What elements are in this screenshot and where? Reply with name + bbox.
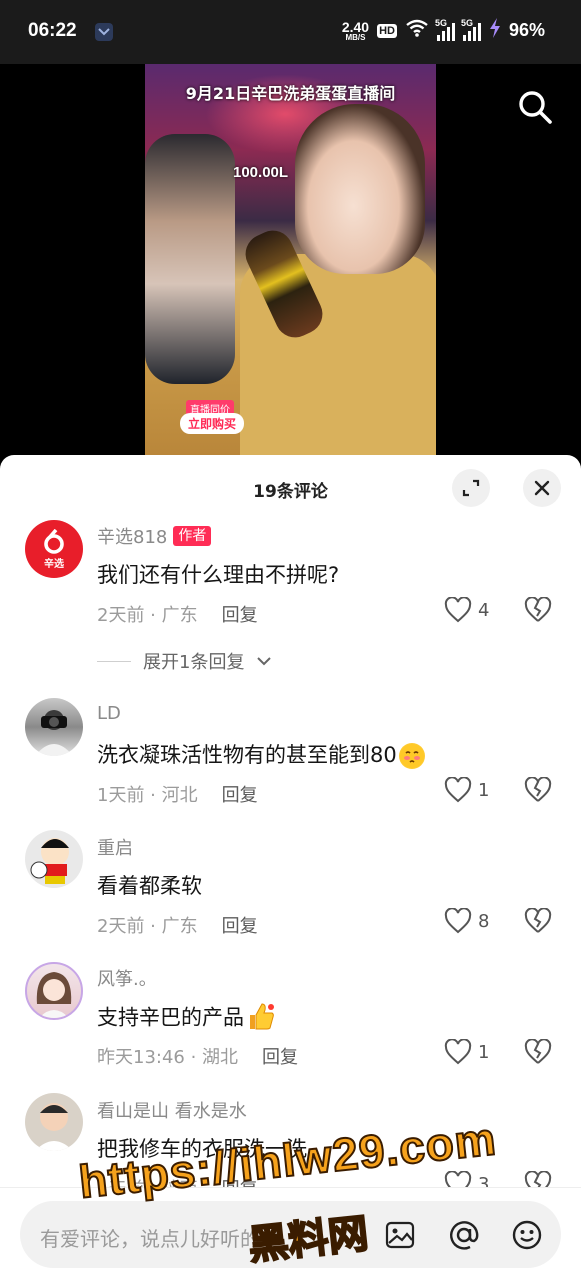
network-speed: 2.40 MB/S xyxy=(341,18,370,42)
expand-sheet-button[interactable] xyxy=(452,469,490,507)
like-button[interactable]: 1 xyxy=(444,777,489,803)
comment-username[interactable]: 风筝.。 xyxy=(97,965,157,991)
like-count: 8 xyxy=(478,910,490,932)
notification-app-icon xyxy=(95,23,113,41)
like-button[interactable]: 8 xyxy=(444,908,489,934)
avatar[interactable]: 辛选 xyxy=(25,520,83,578)
comment-meta: 2天前 · 广东 回复 xyxy=(97,912,258,938)
hd-badge: HD xyxy=(377,23,397,38)
avatar[interactable] xyxy=(25,698,83,756)
background-person xyxy=(145,134,235,384)
battery-percentage: 96% xyxy=(508,20,545,40)
avatar[interactable] xyxy=(25,962,83,1020)
charging-icon xyxy=(489,18,501,43)
comment-text: 我们还有什么理由不拼呢? xyxy=(97,563,340,587)
screen: 06:22 2.40 MB/S HD 5G 5G 96% 100.00L 直播同… xyxy=(0,0,581,1280)
dislike-button[interactable] xyxy=(524,1038,552,1069)
like-count: 1 xyxy=(478,779,490,801)
buy-now-button[interactable]: 立即购买 xyxy=(180,413,245,434)
status-indicators: 2.40 MB/S HD 5G 5G 96% xyxy=(342,18,545,43)
comment-meta: 1天前 · 河北 回复 xyxy=(97,781,258,807)
close-button[interactable] xyxy=(523,469,561,507)
comment-username[interactable]: 看山是山 看水是水 xyxy=(97,1097,247,1123)
smile-icon xyxy=(512,1220,542,1250)
emoji-button[interactable] xyxy=(510,1218,544,1252)
status-time: 06:22 xyxy=(28,20,77,41)
shy-emoji-icon xyxy=(398,743,425,769)
signal-icon-2: 5G xyxy=(461,18,481,41)
comments-count-title: 19条评论 xyxy=(253,482,328,502)
reply-button[interactable]: 回复 xyxy=(262,1043,298,1069)
author-tag: 作者 xyxy=(173,526,212,546)
status-bar: 06:22 2.40 MB/S HD 5G 5G 96% xyxy=(0,0,581,64)
comment-text: 洗衣凝珠活性物有的甚至能到80 xyxy=(97,739,425,769)
reply-button[interactable]: 回复 xyxy=(222,781,258,807)
reply-button[interactable]: 回复 xyxy=(222,601,258,627)
comment-input-bar: 有爱评论，说点儿好听的~ xyxy=(0,1187,581,1280)
broken-heart-icon xyxy=(524,596,552,622)
comment-input[interactable]: 有爱评论，说点儿好听的~ xyxy=(20,1201,561,1268)
reply-button[interactable]: 回复 xyxy=(222,912,258,938)
heart-icon xyxy=(444,1039,472,1065)
mention-button[interactable] xyxy=(447,1218,481,1252)
comment-username[interactable]: 重启 xyxy=(97,834,133,860)
expand-replies-button[interactable]: 展开1条回复 xyxy=(97,648,272,674)
heart-icon xyxy=(444,908,472,934)
expand-icon xyxy=(462,479,480,497)
broken-heart-icon xyxy=(524,1038,552,1064)
comment-username[interactable]: LD xyxy=(97,703,121,724)
video-title: 9月21日辛巴洗弟蛋蛋直播间 xyxy=(185,84,396,103)
signal-icon: 5G xyxy=(435,18,455,41)
avatar[interactable] xyxy=(25,1093,83,1151)
search-button[interactable] xyxy=(516,88,554,126)
heart-icon xyxy=(444,777,472,803)
buy-now-badge[interactable]: 直播同价 立即购买 xyxy=(176,400,246,434)
chevron-down-icon xyxy=(257,657,272,666)
image-button[interactable] xyxy=(383,1218,417,1252)
dislike-button[interactable] xyxy=(524,907,552,938)
close-icon xyxy=(534,480,550,496)
wifi-icon xyxy=(405,19,429,42)
like-button[interactable]: 1 xyxy=(444,1039,489,1065)
comment-input-placeholder[interactable]: 有爱评论，说点儿好听的~ xyxy=(40,1223,277,1252)
comment-text: 把我修车的衣服洗一洗 xyxy=(97,1137,307,1161)
dislike-button[interactable] xyxy=(524,596,552,627)
comments-sheet: 19条评论 辛选 辛选818 作者 我们还有什么理由不拼呢? 2天前 · 广东 … xyxy=(0,455,581,1280)
price-overlay: 100.00L xyxy=(233,164,289,181)
broken-heart-icon xyxy=(524,907,552,933)
like-button[interactable]: 4 xyxy=(444,597,489,623)
video-frame: 100.00L 直播同价 立即购买 xyxy=(145,64,436,456)
comment-text: 支持辛巴的产品 xyxy=(97,1001,276,1036)
heart-icon xyxy=(444,597,472,623)
image-icon xyxy=(385,1221,415,1249)
host-head xyxy=(295,104,425,274)
at-icon xyxy=(450,1221,479,1250)
comment-username[interactable]: 辛选818 作者 xyxy=(97,523,212,549)
search-icon xyxy=(519,91,552,124)
comment-meta: 2天前 · 广东 回复 xyxy=(97,601,258,627)
like-count: 1 xyxy=(478,1041,490,1063)
comment-text: 看着都柔软 xyxy=(97,874,202,898)
broken-heart-icon xyxy=(524,776,552,802)
thumbs-up-emoji-icon xyxy=(246,1001,276,1036)
comment-meta: 昨天13:46 · 湖北 回复 xyxy=(97,1043,298,1069)
xinxuan-logo-icon xyxy=(44,528,64,554)
video-player[interactable]: 100.00L 直播同价 立即购买 9月21日辛巴洗弟蛋蛋直播间 xyxy=(0,64,581,456)
dislike-button[interactable] xyxy=(524,776,552,807)
avatar[interactable] xyxy=(25,830,83,888)
like-count: 4 xyxy=(478,599,490,621)
